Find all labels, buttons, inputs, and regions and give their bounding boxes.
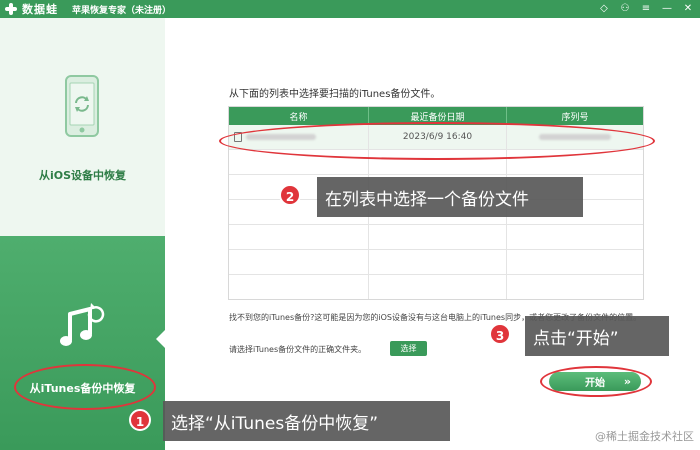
active-indicator-arrow	[156, 330, 165, 348]
logo-text: 数据蛙	[22, 3, 58, 16]
itunes-music-icon	[60, 303, 105, 346]
choose-folder-button[interactable]: 选择	[390, 341, 427, 356]
redacted-serial	[539, 134, 611, 140]
app-title: 苹果恢复专家（未注册）	[72, 5, 172, 16]
minimize-icon[interactable]: —	[661, 3, 673, 15]
column-header-name[interactable]: 名称	[229, 107, 369, 125]
cell-name	[229, 125, 369, 149]
sidebar: 从iOS设备中恢复 从iTunes备份中恢复	[0, 18, 165, 450]
redacted-name	[245, 134, 316, 140]
table-row	[229, 250, 643, 275]
start-button-label: 开始	[585, 378, 605, 389]
callout-step-1: 选择“从iTunes备份中恢复”	[163, 401, 450, 441]
watermark-text: @稀土掘金技术社区	[595, 430, 694, 443]
cell-date: 2023/6/9 16:40	[369, 125, 507, 149]
table-row[interactable]: 2023/6/9 16:40	[229, 125, 643, 150]
watermark: @稀土掘金技术社区	[595, 428, 694, 444]
column-header-date[interactable]: 最近备份日期	[369, 107, 507, 125]
file-icon	[233, 132, 242, 142]
title-bar: 数据蛙 苹果恢复专家（未注册） ◇ ⚇ ≡ — ✕	[0, 0, 700, 18]
phone-recover-icon	[65, 75, 99, 137]
step-badge-2: 2	[279, 184, 301, 206]
instruction-text: 从下面的列表中选择要扫描的iTunes备份文件。	[229, 89, 441, 100]
sidebar-item-itunes-label: 从iTunes备份中恢复	[29, 382, 136, 395]
sidebar-item-ios-label: 从iOS设备中恢复	[38, 169, 127, 182]
app-logo: 数据蛙	[4, 1, 58, 17]
table-row	[229, 275, 643, 299]
double-chevron-right-icon: »	[623, 375, 631, 388]
table-row	[229, 150, 643, 175]
sidebar-item-ios-device[interactable]: 从iOS设备中恢复	[0, 18, 165, 236]
close-icon[interactable]: ✕	[682, 3, 694, 15]
menu-icon[interactable]: ≡	[640, 3, 652, 15]
window-controls: ◇ ⚇ ≡ — ✕	[598, 0, 694, 18]
table-row	[229, 225, 643, 250]
callout-step-2: 在列表中选择一个备份文件	[317, 177, 583, 217]
callout-step-3: 点击“开始”	[525, 316, 669, 356]
step-badge-1: 1	[129, 409, 151, 431]
choose-folder-text: 请选择iTunes备份文件的正确文件夹。	[229, 345, 367, 354]
diamond-icon[interactable]: ◇	[598, 3, 610, 15]
step-badge-3: 3	[489, 323, 511, 345]
table-header: 名称 最近备份日期 序列号	[229, 107, 643, 125]
column-header-serial[interactable]: 序列号	[507, 107, 643, 125]
logo-cross-icon	[4, 2, 18, 16]
user-icon[interactable]: ⚇	[619, 3, 631, 15]
cell-serial	[507, 125, 643, 149]
start-button[interactable]: 开始 »	[549, 372, 641, 391]
